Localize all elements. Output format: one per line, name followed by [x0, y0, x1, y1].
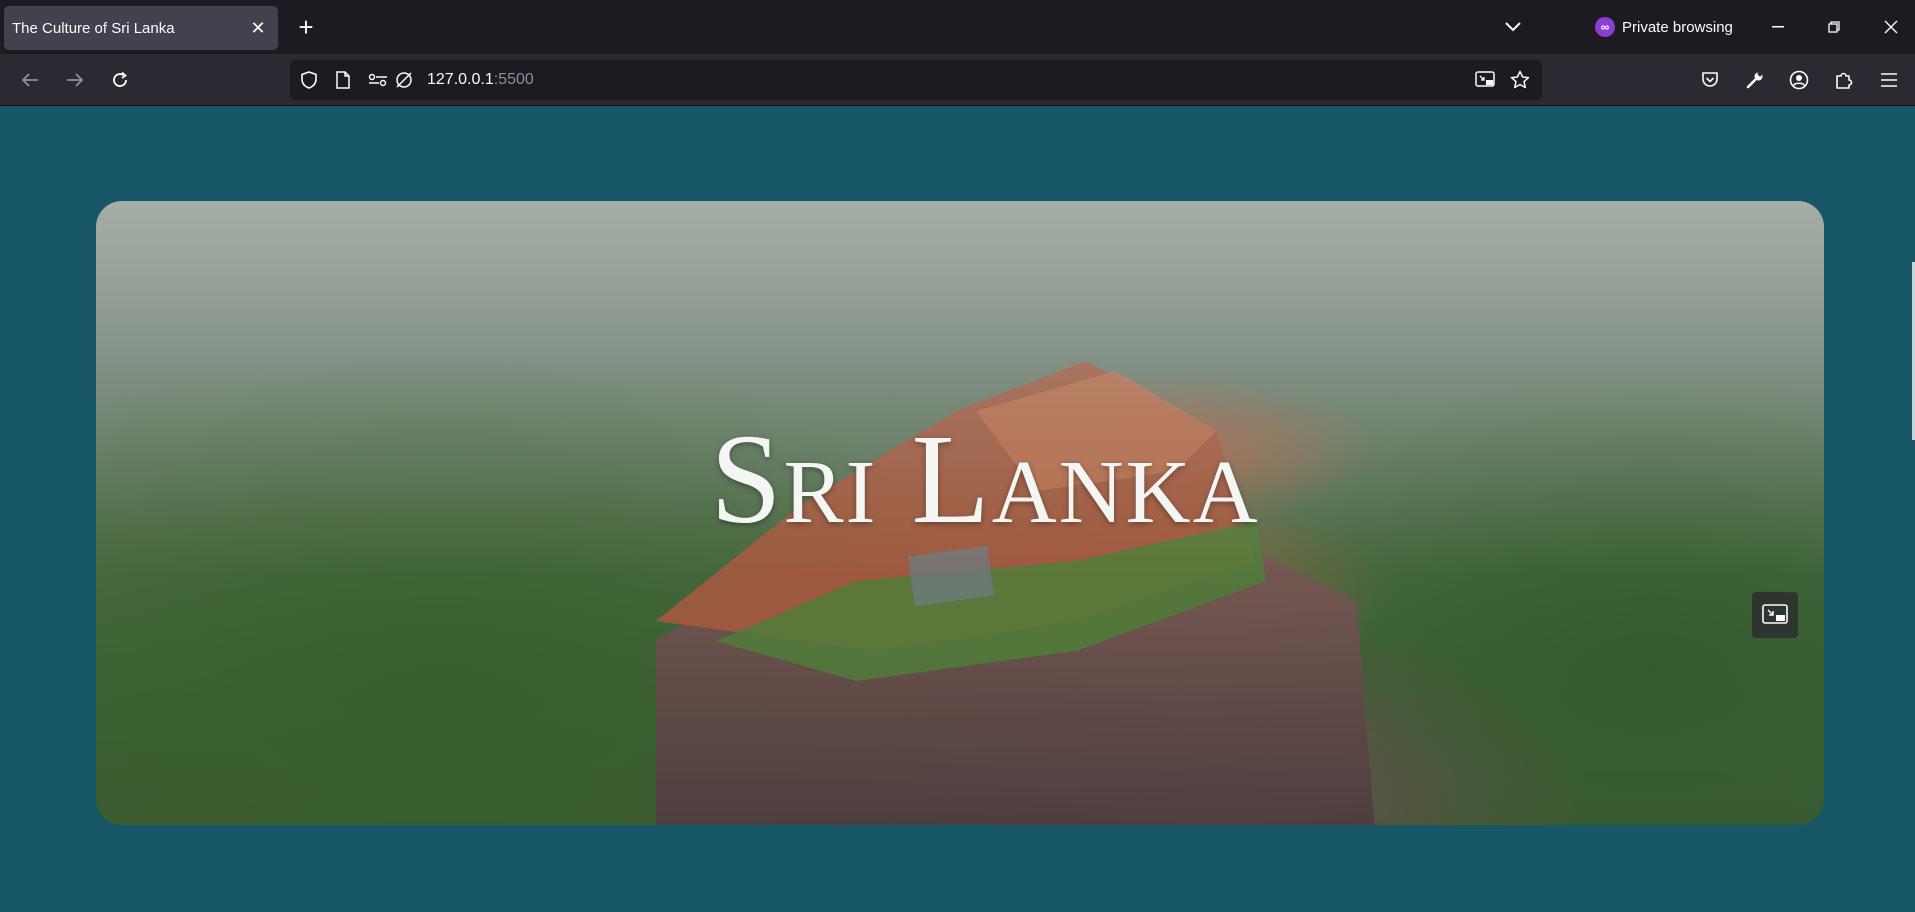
private-browsing-indicator: ∞ Private browsing [1595, 14, 1733, 40]
hero-title: Sri Lanka [710, 408, 1260, 550]
private-browsing-label: Private browsing [1622, 18, 1733, 36]
account-icon[interactable] [1784, 65, 1814, 95]
chevron-down-icon[interactable] [1500, 14, 1526, 40]
url-bar[interactable]: 127.0.0.1:5500 [290, 60, 1542, 100]
picture-in-picture-toggle-icon[interactable] [1475, 70, 1495, 90]
wrench-icon[interactable] [1740, 65, 1770, 95]
menu-icon[interactable] [1874, 65, 1904, 95]
plus-icon[interactable]: + [292, 12, 320, 42]
page-icon[interactable] [333, 70, 353, 90]
pocket-icon[interactable] [1695, 65, 1725, 95]
private-mask-icon: ∞ [1595, 17, 1615, 37]
close-window-icon[interactable] [1876, 12, 1906, 42]
tab-bar: The Culture of Sri Lanka ✕ + ∞ Private b… [0, 0, 1915, 54]
minimize-icon[interactable] [1763, 12, 1793, 42]
tab-title: The Culture of Sri Lanka [12, 19, 175, 37]
close-icon[interactable]: ✕ [244, 14, 272, 42]
permissions-icon[interactable] [368, 70, 388, 90]
arrow-right-icon[interactable] [60, 65, 90, 95]
navigation-bar: 127.0.0.1:5500 [0, 54, 1915, 106]
restore-icon[interactable] [1819, 12, 1849, 42]
extensions-icon[interactable] [1829, 65, 1859, 95]
tab-active[interactable]: The Culture of Sri Lanka ✕ [4, 6, 278, 50]
hero-video[interactable]: Sri Lanka [96, 201, 1824, 825]
bookmark-star-icon[interactable] [1510, 70, 1530, 90]
url-text[interactable]: 127.0.0.1:5500 [427, 71, 534, 89]
arrow-left-icon[interactable] [15, 65, 45, 95]
url-port: :5500 [493, 71, 534, 88]
url-host: 127.0.0.1 [427, 71, 494, 88]
tracking-protection-off-icon[interactable] [394, 70, 414, 90]
picture-in-picture-icon[interactable] [1752, 592, 1798, 638]
reload-icon[interactable] [105, 65, 135, 95]
shield-icon[interactable] [299, 70, 319, 90]
